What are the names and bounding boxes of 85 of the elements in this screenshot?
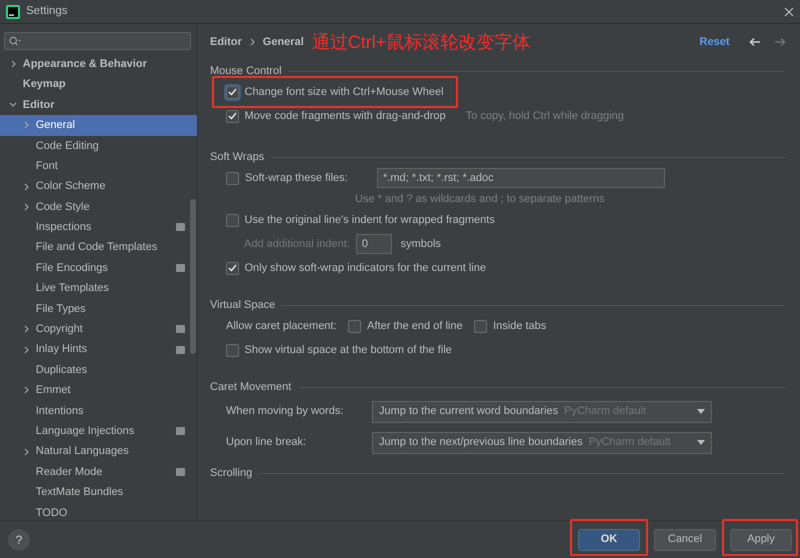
dropdown-arrow-icon — [697, 409, 705, 414]
checkbox-label[interactable]: Move code fragments with drag-and-drop — [244, 108, 446, 124]
section-title: Scrolling — [210, 466, 252, 481]
checkbox[interactable] — [226, 262, 239, 274]
chevron-right-icon — [250, 38, 255, 46]
help-button[interactable]: ? — [8, 528, 30, 550]
tree-item[interactable]: Editor — [0, 94, 197, 116]
tree-item[interactable]: Copyright — [0, 319, 197, 340]
search-icon — [9, 36, 22, 46]
window-title: Settings — [26, 4, 68, 19]
tree-item[interactable]: File Types — [0, 298, 197, 320]
section-title: Caret Movement — [210, 380, 292, 395]
checkbox-label[interactable]: After the end of line — [367, 318, 463, 334]
chevron-right-icon — [24, 121, 28, 130]
scrollbar-thumb[interactable] — [190, 199, 196, 354]
tree-item[interactable]: TextMate Bundles — [0, 482, 197, 503]
close-icon[interactable] — [784, 6, 794, 16]
dropdown-arrow-icon — [697, 440, 705, 445]
tree-item[interactable]: TODO — [0, 502, 197, 523]
chevron-right-icon — [10, 60, 16, 68]
chevron-right-icon — [24, 346, 28, 354]
hint-text: To copy, hold Ctrl while dragging — [466, 108, 624, 124]
tree-item[interactable]: Language Injections — [0, 421, 197, 442]
breadcrumb-item[interactable]: General — [262, 34, 304, 50]
project-scope-icon — [176, 468, 185, 476]
project-scope-icon — [176, 427, 185, 436]
tree-item[interactable]: Code Style — [0, 196, 197, 218]
tree-item[interactable]: Code Editing — [0, 136, 197, 156]
checkbox-label[interactable]: Inside tabs — [493, 318, 546, 334]
checkbox[interactable] — [226, 344, 239, 356]
checkbox[interactable] — [348, 320, 362, 332]
checkbox-label[interactable]: Change font size with Ctrl+Mouse Wheel — [244, 84, 444, 100]
tree-item[interactable]: Inlay Hints — [0, 339, 197, 360]
tree-item[interactable]: Intentions — [0, 400, 197, 422]
tree-item[interactable]: Color Scheme — [0, 176, 197, 197]
checkbox[interactable] — [226, 110, 239, 122]
chevron-right-icon — [24, 182, 28, 191]
chevron-right-icon — [24, 386, 28, 394]
hint-text: Use * and ? as wildcards and ; to separate patterns — [355, 192, 604, 207]
chevron-down-icon — [9, 102, 17, 108]
tree-item[interactable]: Keymap — [0, 74, 197, 95]
project-scope-icon — [176, 223, 185, 232]
field-label: When moving by words: — [226, 404, 344, 420]
search-field[interactable] — [4, 32, 191, 50]
tree-item[interactable]: Natural Languages — [0, 441, 197, 462]
checkbox-label[interactable]: Soft-wrap these files: — [245, 170, 371, 186]
dialog-button[interactable]: Cancel — [654, 528, 716, 550]
tree-item[interactable]: Font — [0, 156, 197, 176]
annotation-text: 通过Ctrl+鼠标滚轮改变字体 — [312, 30, 530, 54]
tree-item[interactable]: File Encodings — [0, 258, 197, 278]
reset-link[interactable]: Reset — [700, 34, 730, 50]
checkbox-label[interactable]: Only show soft-wrap indicators for the current line — [244, 260, 486, 276]
project-scope-icon — [176, 264, 185, 272]
checkbox[interactable] — [474, 320, 488, 332]
project-scope-icon — [176, 346, 185, 354]
dialog-button[interactable]: OK — [578, 528, 640, 550]
app-logo-icon — [6, 4, 20, 18]
tree-item[interactable]: Live Templates — [0, 278, 197, 299]
checkbox[interactable] — [226, 86, 239, 98]
chevron-right-icon — [24, 325, 28, 334]
tree-item[interactable]: File and Code Templates — [0, 238, 197, 258]
tree-item[interactable]: Reader Mode — [0, 462, 197, 482]
section-title: Soft Wraps — [210, 150, 264, 165]
tree-item[interactable]: Inspections — [0, 217, 197, 238]
checkbox-label[interactable]: Show virtual space at the bottom of the file — [244, 342, 452, 358]
field-label: Upon line break: — [226, 435, 308, 450]
input-field[interactable]: *.md; *.txt; *.rst; *.adoc — [377, 168, 665, 188]
section-title: Mouse Control — [210, 64, 282, 79]
field-label: Allow caret placement: — [226, 318, 337, 334]
unit-label: symbols — [400, 236, 441, 252]
dialog-button[interactable]: Apply — [730, 528, 792, 550]
chevron-right-icon — [24, 448, 28, 456]
checkbox[interactable] — [226, 172, 239, 184]
tree-item[interactable]: Emmet — [0, 380, 197, 401]
project-scope-icon — [176, 325, 185, 334]
section-title: Virtual Space — [210, 298, 276, 313]
checkbox[interactable] — [226, 214, 239, 226]
breadcrumb-item[interactable]: Editor — [210, 34, 242, 50]
field-label: Add additional indent: — [244, 236, 350, 252]
back-arrow-icon[interactable] — [748, 37, 760, 47]
tree-item[interactable]: General — [0, 115, 197, 136]
tree-item[interactable]: Appearance & Behavior — [0, 54, 197, 74]
checkbox-label[interactable]: Use the original line's indent for wrapped fragments — [244, 212, 495, 228]
chevron-right-icon — [24, 202, 28, 211]
tree-item[interactable]: Duplicates — [0, 360, 197, 380]
